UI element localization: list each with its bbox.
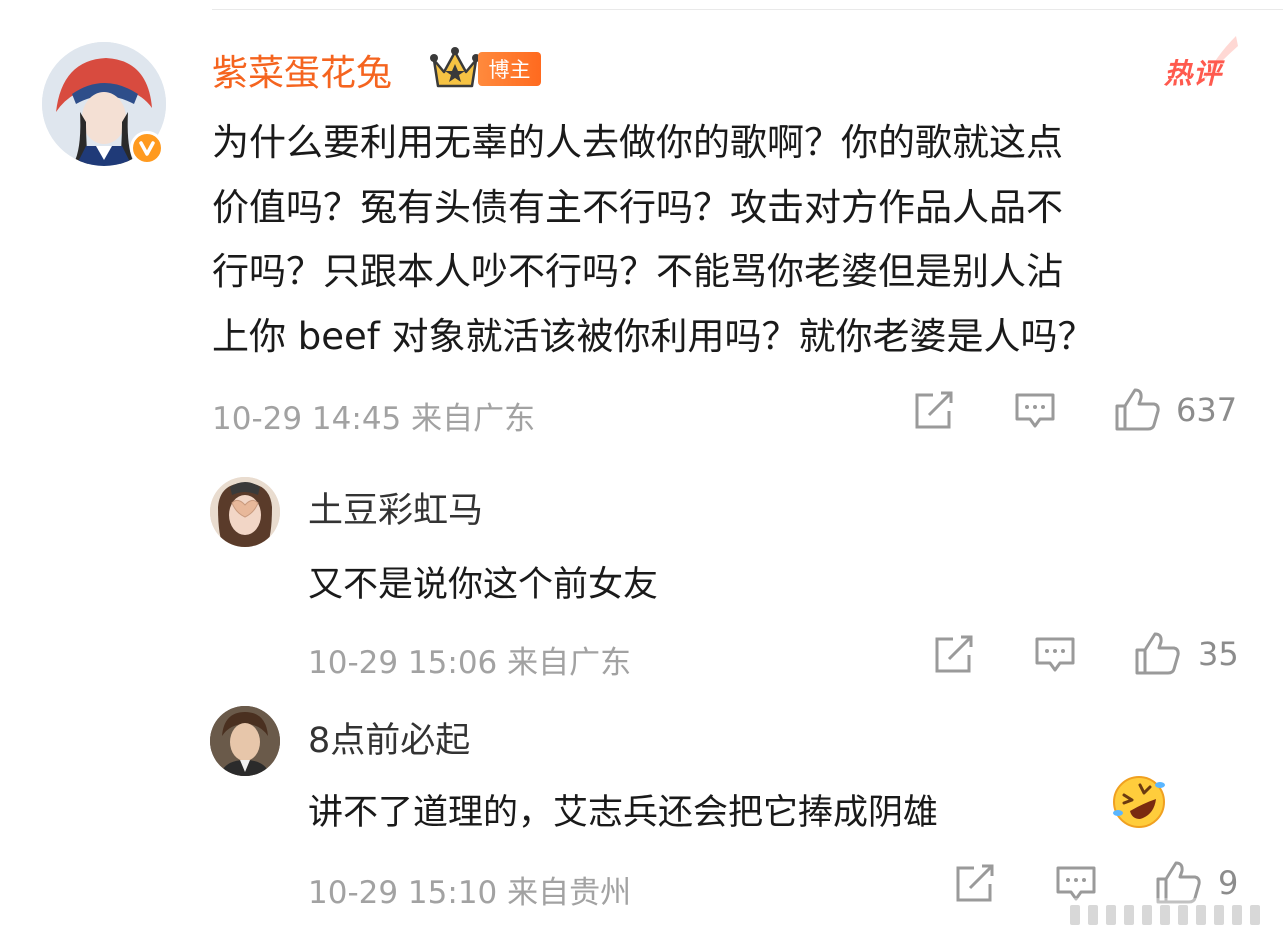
comment-meta: 10-29 14:45 来自广东 (212, 401, 536, 437)
share-icon[interactable] (954, 864, 996, 908)
top-divider (212, 9, 1283, 10)
comment-meta: 10-29 15:06 来自广东 (308, 645, 632, 681)
like-icon[interactable] (1134, 630, 1182, 680)
comment-icon[interactable] (1014, 391, 1056, 435)
comment-text-line: 为什么要利用无辜的人去做你的歌啊？你的歌就这点 (212, 121, 1063, 164)
username[interactable]: 紫菜蛋花兔 (212, 44, 392, 96)
reply-text: 又不是说你这个前女友 (308, 565, 659, 605)
avatar[interactable] (210, 477, 280, 547)
comment-text-line: 行吗？只跟本人吵不行吗？不能骂你老婆但是别人沾 (212, 250, 1063, 293)
share-icon[interactable] (933, 635, 975, 679)
reply-text: 讲不了道理的，艾志兵还会把它捧成阴雄 (308, 793, 939, 833)
username[interactable]: 8点前必起 (308, 712, 470, 763)
verified-icon (130, 131, 164, 165)
comment-icon[interactable] (1034, 635, 1076, 679)
blogger-badge: 博主 (478, 52, 541, 86)
username[interactable]: 土豆彩虹马 (308, 482, 483, 533)
crown-icon (430, 46, 480, 94)
like-count: 9 (1218, 864, 1239, 902)
avatar[interactable] (210, 706, 280, 776)
like-count: 637 (1176, 391, 1238, 429)
watermark-blur (1070, 905, 1260, 925)
share-icon[interactable] (913, 391, 955, 435)
comment-meta: 10-29 15:10 来自贵州 (308, 875, 632, 911)
rofl-emoji-icon (1110, 773, 1168, 835)
comment-text-line: 上你 beef 对象就活该被你利用吗？就你老婆是人吗？ (212, 315, 1095, 358)
hot-comment-label: 热评 (1164, 57, 1223, 90)
like-count: 35 (1198, 635, 1239, 673)
like-icon[interactable] (1114, 386, 1162, 436)
comment-text-line: 价值吗？冤有头债有主不行吗？攻击对方作品人品不 (212, 186, 1063, 229)
